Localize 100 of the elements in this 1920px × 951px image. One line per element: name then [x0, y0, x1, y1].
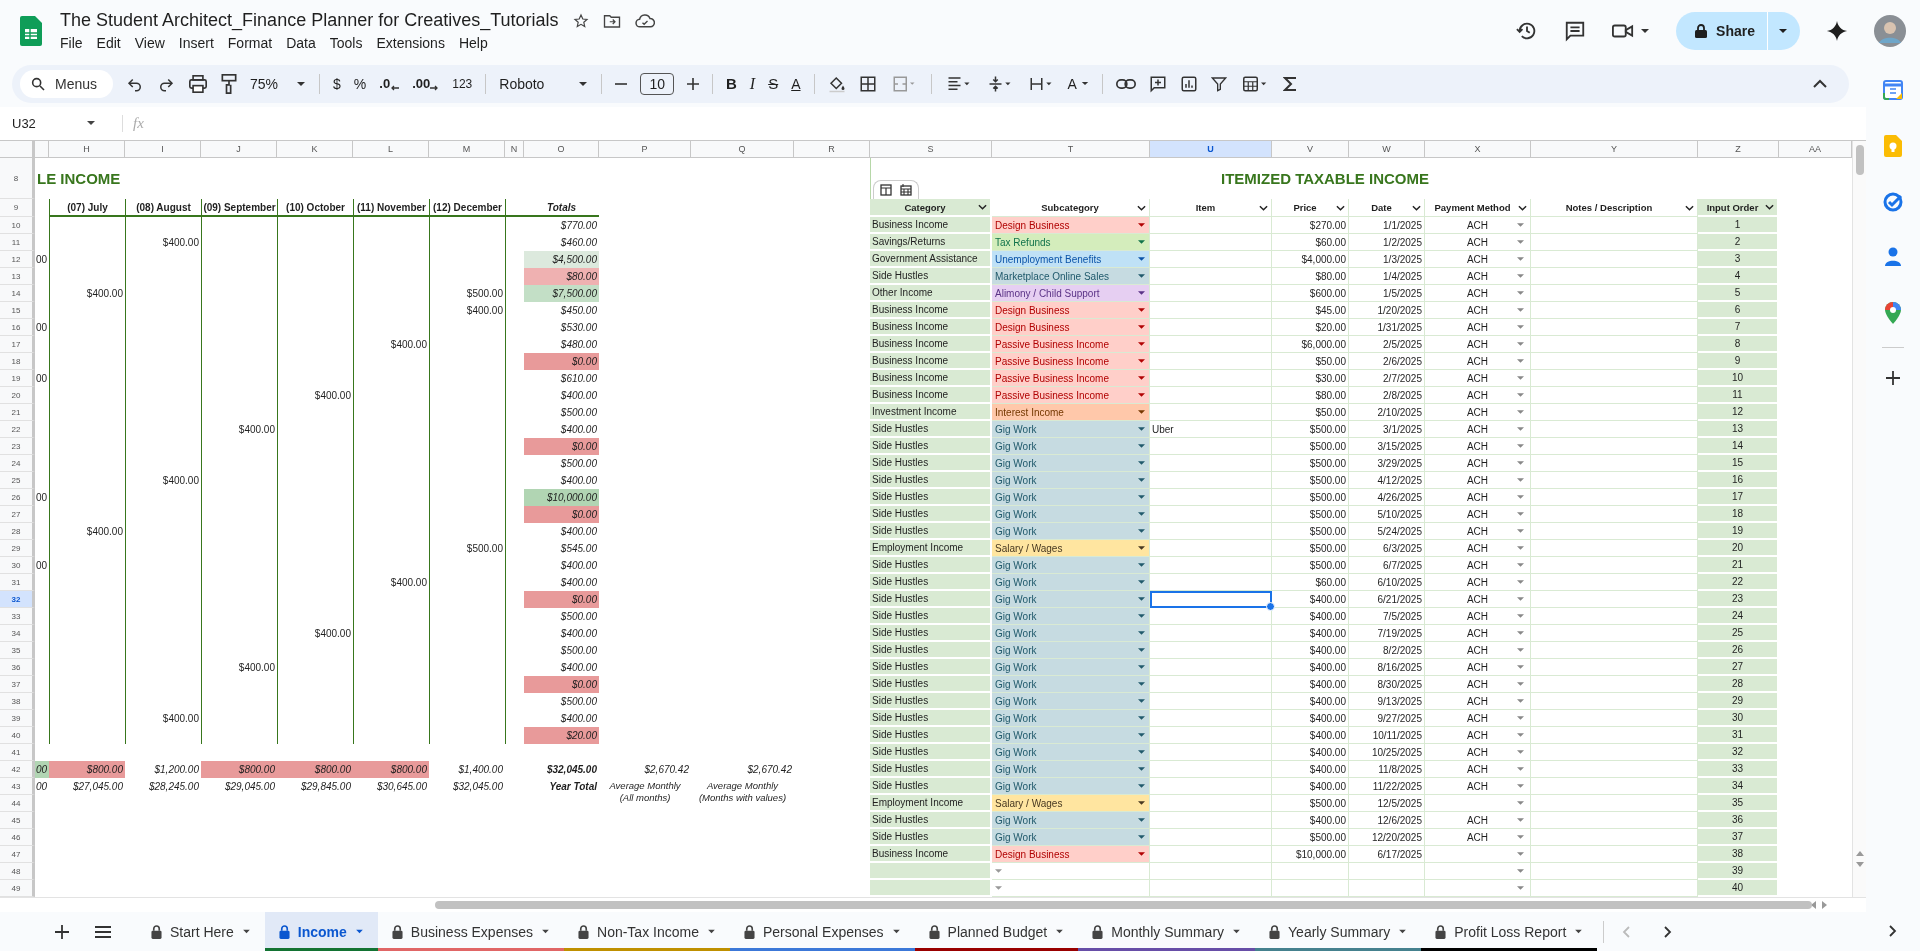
dropdown-cell[interactable]: ACH	[1425, 370, 1531, 388]
dropdown-chip[interactable]: Interest Income	[992, 404, 1150, 422]
scroll-right-icon[interactable]	[1822, 901, 1827, 910]
dropdown-chip[interactable]: Design Business	[992, 217, 1150, 235]
dropdown-chip[interactable]: Gig Work	[992, 693, 1150, 711]
name-box[interactable]: U32	[0, 115, 104, 131]
text-color-button[interactable]: A	[791, 75, 801, 92]
dropdown-chip[interactable]: Passive Business Income	[992, 353, 1150, 371]
dropdown-chip[interactable]: Gig Work	[992, 829, 1150, 847]
row-header[interactable]: 42	[0, 761, 35, 779]
tasks-icon[interactable]	[1883, 192, 1903, 212]
dropdown-cell[interactable]: ACH	[1425, 710, 1531, 728]
column-header[interactable]: V	[1272, 141, 1349, 159]
column-header[interactable]: O	[524, 141, 599, 159]
dropdown-chip[interactable]: Gig Work	[992, 608, 1150, 626]
column-header[interactable]: N	[505, 141, 524, 159]
sheets-logo-icon[interactable]	[20, 16, 42, 46]
column-header[interactable]: Y	[1531, 141, 1698, 159]
dropdown-cell[interactable]: ACH	[1425, 319, 1531, 337]
vertical-scrollbar[interactable]	[1852, 141, 1866, 898]
dropdown-cell[interactable]: ACH	[1425, 608, 1531, 626]
link-icon[interactable]	[1115, 76, 1136, 91]
column-header[interactable]: L	[353, 141, 429, 159]
dropdown-cell[interactable]: ACH	[1425, 693, 1531, 711]
dropdown-cell[interactable]: ACH	[1425, 421, 1531, 439]
column-header[interactable]: Date	[1349, 199, 1425, 218]
dropdown-cell[interactable]: ACH	[1425, 676, 1531, 694]
sheet-tab[interactable]: Profit Loss Report	[1421, 912, 1598, 951]
row-header[interactable]: 25	[0, 472, 35, 490]
dropdown-cell[interactable]: ACH	[1425, 489, 1531, 507]
row-header[interactable]: 24	[0, 455, 35, 473]
borders-icon[interactable]	[858, 74, 877, 93]
zoom-select[interactable]: 75%	[250, 75, 307, 92]
row-header[interactable]: 30	[0, 557, 35, 575]
row-header[interactable]: 19	[0, 370, 35, 388]
dropdown-cell[interactable]: ACH	[1425, 455, 1531, 473]
dropdown-cell[interactable]: ACH	[1425, 574, 1531, 592]
row-header[interactable]: 44	[0, 795, 35, 813]
column-header[interactable]: T	[992, 141, 1150, 159]
menu-item[interactable]: Help	[451, 34, 495, 52]
sheet-tab[interactable]: Planned Budget	[914, 912, 1079, 951]
dropdown-cell[interactable]	[1425, 863, 1531, 881]
scroll-tabs-right-icon[interactable]	[1664, 925, 1673, 938]
star-icon[interactable]	[572, 12, 589, 29]
dropdown-chip[interactable]: Gig Work	[992, 421, 1150, 439]
search-menus-field[interactable]: Menus	[20, 69, 114, 98]
row-header[interactable]: 26	[0, 489, 35, 507]
dropdown-chip[interactable]: Gig Work	[992, 506, 1150, 524]
column-header[interactable]: Input Order	[1698, 199, 1779, 218]
column-header[interactable]: S	[870, 141, 992, 159]
row-header[interactable]: 28	[0, 523, 35, 541]
row-header[interactable]: 41	[0, 744, 35, 762]
dropdown-cell[interactable]: ACH	[1425, 234, 1531, 252]
row-header[interactable]: 14	[0, 285, 35, 303]
row-header[interactable]: 36	[0, 659, 35, 677]
dropdown-chip[interactable]: Design Business	[992, 846, 1150, 864]
map-pin-icon[interactable]	[1885, 302, 1901, 324]
dropdown-cell[interactable]: ACH	[1425, 642, 1531, 660]
row-header[interactable]: 13	[0, 268, 35, 286]
sheet-tab[interactable]: Income	[264, 912, 378, 951]
collapse-icon[interactable]	[1813, 79, 1827, 89]
row-header[interactable]: 38	[0, 693, 35, 711]
font-select[interactable]: Roboto	[499, 75, 589, 92]
dropdown-chip[interactable]: Unemployment Benefits	[992, 251, 1150, 269]
menu-item[interactable]: Extensions	[369, 34, 452, 52]
row-header[interactable]: 46	[0, 829, 35, 847]
row-header[interactable]: 17	[0, 336, 35, 354]
paint-format-icon[interactable]	[221, 73, 238, 94]
dropdown-chip[interactable]: Gig Work	[992, 676, 1150, 694]
dropdown-chip[interactable]: Gig Work	[992, 625, 1150, 643]
row-header[interactable]: 48	[0, 863, 35, 881]
dropdown-cell[interactable]: ACH	[1425, 506, 1531, 524]
column-header[interactable]: Item	[1150, 199, 1272, 218]
dropdown-chip[interactable]: Gig Work	[992, 812, 1150, 830]
sheet-tab[interactable]: Start Here	[137, 912, 265, 951]
menu-item[interactable]: File	[53, 34, 90, 52]
scroll-thumb[interactable]	[435, 901, 1812, 910]
menu-item[interactable]: Tools	[322, 34, 370, 52]
row-header[interactable]: 31	[0, 574, 35, 592]
row-header[interactable]: 37	[0, 676, 35, 694]
comment-icon[interactable]	[1564, 20, 1587, 42]
row-header[interactable]: 12	[0, 251, 35, 269]
cloud-icon[interactable]	[634, 12, 655, 29]
dropdown-cell[interactable]: ACH	[1425, 829, 1531, 847]
dropdown-cell[interactable]: ACH	[1425, 727, 1531, 745]
row-header[interactable]: 34	[0, 625, 35, 643]
dropdown-chip[interactable]: Salary / Wages	[992, 540, 1150, 558]
increase-decimals-button[interactable]: .00	[412, 76, 440, 92]
avatar[interactable]	[1874, 15, 1906, 47]
row-header[interactable]: 8	[0, 158, 35, 200]
video-call-button[interactable]	[1612, 23, 1651, 39]
dropdown-chip[interactable]: Design Business	[992, 319, 1150, 337]
dropdown-chip[interactable]: Passive Business Income	[992, 387, 1150, 405]
dropdown-chip[interactable]: Gig Work	[992, 523, 1150, 541]
dropdown-chip[interactable]: Gig Work	[992, 744, 1150, 762]
row-header[interactable]: 39	[0, 710, 35, 728]
dropdown-cell[interactable]: ACH	[1425, 540, 1531, 558]
percent-button[interactable]: %	[353, 75, 367, 92]
currency-button[interactable]: $	[333, 75, 341, 92]
dropdown-cell[interactable]: ACH	[1425, 557, 1531, 575]
